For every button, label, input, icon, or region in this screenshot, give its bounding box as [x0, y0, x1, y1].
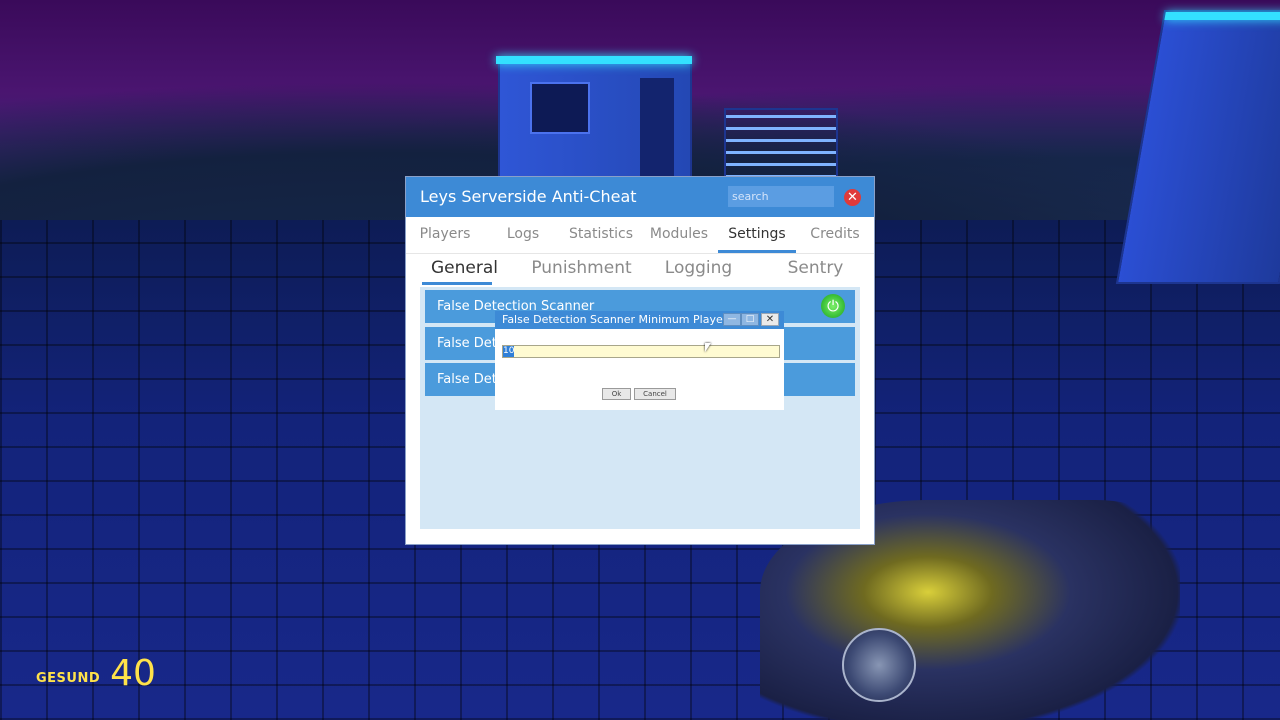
- ok-button[interactable]: Ok: [602, 388, 631, 400]
- dialog-title: False Detection Scanner Minimum Players: [502, 313, 733, 326]
- weapon-gauge: [842, 628, 916, 702]
- dialog-titlebar[interactable]: False Detection Scanner Minimum Players …: [495, 311, 784, 329]
- power-icon[interactable]: ⏻: [821, 294, 845, 318]
- mouse-cursor: [705, 343, 711, 352]
- tab-logs[interactable]: Logs: [484, 217, 562, 253]
- maximize-icon[interactable]: □: [741, 313, 759, 326]
- window-titlebar[interactable]: Leys Serverside Anti-Cheat ✕: [406, 177, 874, 217]
- search-input[interactable]: [728, 186, 834, 207]
- subtab-logging[interactable]: Logging: [640, 253, 757, 287]
- tab-players[interactable]: Players: [406, 217, 484, 253]
- tab-settings[interactable]: Settings: [718, 217, 796, 253]
- close-icon[interactable]: ✕: [761, 313, 779, 326]
- main-tabs: Players Logs Statistics Modules Settings…: [406, 217, 874, 254]
- health-label: GESUND: [36, 671, 101, 686]
- tab-statistics[interactable]: Statistics: [562, 217, 640, 253]
- subtab-punishment[interactable]: Punishment: [523, 253, 640, 287]
- building-window: [530, 82, 590, 134]
- building-roof: [1164, 12, 1280, 20]
- minimize-icon[interactable]: —: [723, 313, 741, 326]
- min-players-input[interactable]: [502, 345, 780, 358]
- building-roof: [496, 56, 692, 64]
- close-icon[interactable]: ✕: [844, 189, 861, 206]
- health-value: 40: [110, 653, 156, 694]
- selected-input-text: 10: [503, 346, 515, 357]
- min-players-dialog: False Detection Scanner Minimum Players …: [495, 311, 784, 410]
- window-title: Leys Serverside Anti-Cheat: [420, 187, 637, 206]
- subtab-general[interactable]: General: [406, 253, 523, 287]
- tab-modules[interactable]: Modules: [640, 217, 718, 253]
- tab-credits[interactable]: Credits: [796, 217, 874, 253]
- health-hud: GESUND 40: [36, 656, 156, 692]
- cancel-button[interactable]: Cancel: [634, 388, 676, 400]
- subtab-sentry[interactable]: Sentry: [757, 253, 874, 287]
- settings-subtabs: General Punishment Logging Sentry: [406, 253, 874, 287]
